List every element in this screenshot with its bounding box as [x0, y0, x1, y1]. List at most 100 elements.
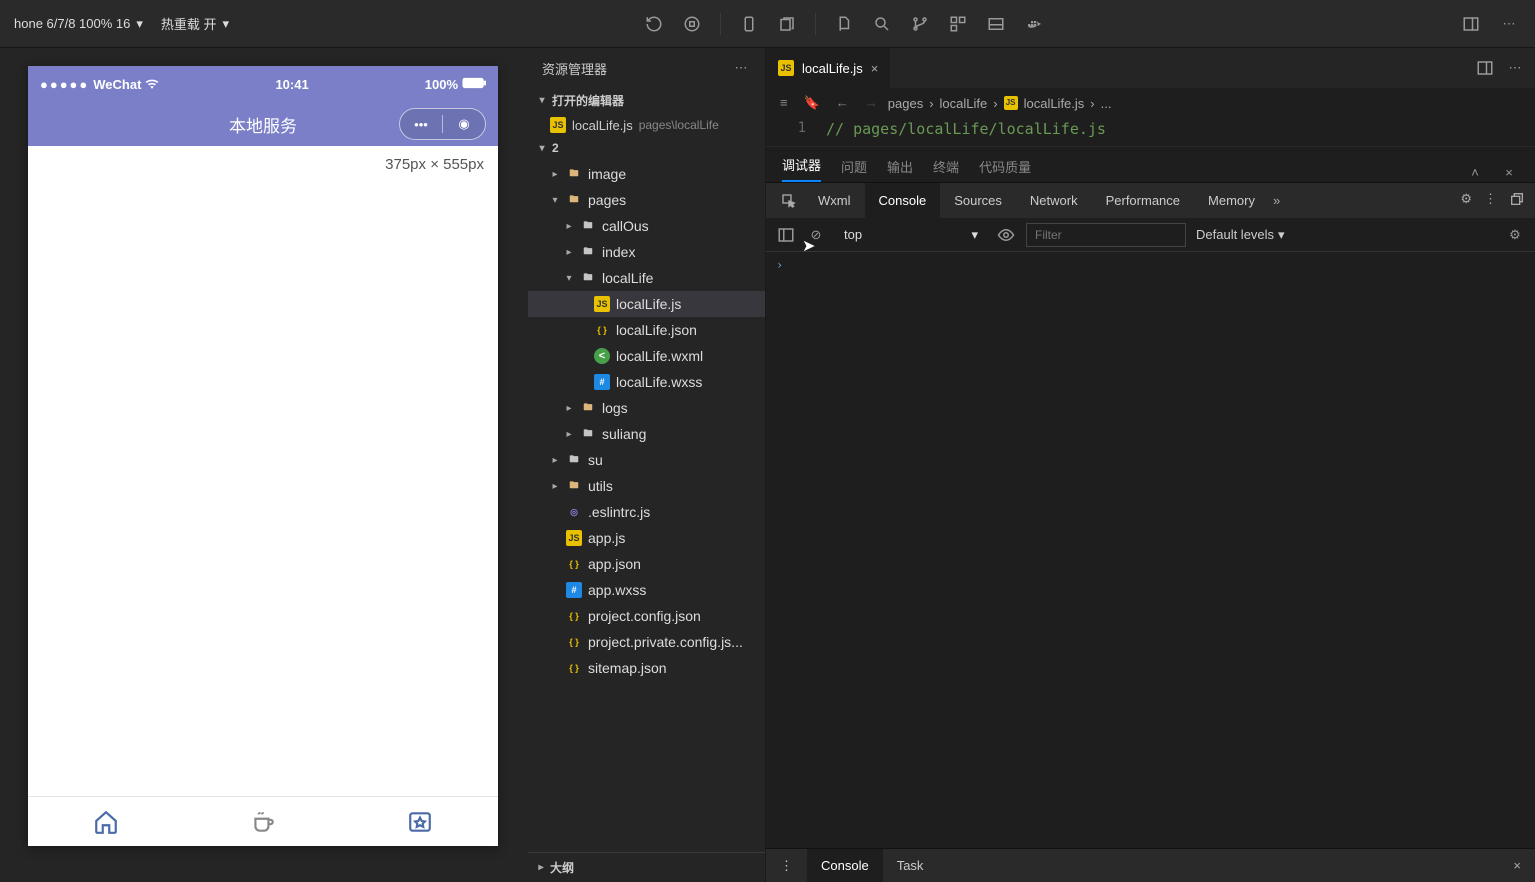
files-icon[interactable]: [834, 14, 854, 34]
devtools-tab-performance[interactable]: Performance: [1092, 183, 1194, 218]
devtools-tab-sources[interactable]: Sources: [940, 183, 1016, 218]
close-icon[interactable]: ×: [1513, 858, 1535, 873]
tree-file-locallife-wxml[interactable]: <localLife.wxml: [528, 343, 765, 369]
element-picker-icon[interactable]: [774, 193, 804, 209]
drawer-tab-task[interactable]: Task: [883, 849, 938, 882]
more-icon[interactable]: ⋯: [1505, 58, 1525, 78]
phone-tabbar: [28, 796, 498, 846]
drawer-kebab-icon[interactable]: ⋮: [766, 849, 807, 882]
bookmark-icon[interactable]: 🔖: [804, 95, 820, 111]
layout-icon[interactable]: [1475, 58, 1495, 78]
kebab-icon[interactable]: ⋮: [1484, 191, 1497, 210]
tree-folder-utils[interactable]: ▸🖿utils: [528, 473, 765, 499]
crumb[interactable]: pages: [888, 96, 923, 111]
hot-reload-label: 热重载 开: [161, 14, 217, 33]
drawer-tab-console[interactable]: Console: [807, 849, 883, 882]
tree-folder-index[interactable]: ▸🖿index: [528, 239, 765, 265]
tree-folder-locallife[interactable]: ▾🖿localLife: [528, 265, 765, 291]
outline-header[interactable]: ▸ 大纲: [528, 852, 765, 882]
hot-reload-toggle[interactable]: 热重载 开 ▾: [155, 10, 235, 37]
tree-folder-suliang[interactable]: ▸🖿suliang: [528, 421, 765, 447]
more-icon[interactable]: ⋯: [731, 58, 751, 78]
context-selector[interactable]: top ▾: [836, 223, 986, 247]
gear-icon[interactable]: ⚙: [1460, 191, 1472, 210]
nav-title: 本地服务: [28, 112, 498, 137]
close-icon[interactable]: ×: [871, 61, 879, 76]
layout-icon[interactable]: [1461, 14, 1481, 34]
lower-tab-problems[interactable]: 问题: [841, 151, 867, 182]
chevron-down-icon: ▾: [1278, 227, 1285, 243]
tree-file-app-json[interactable]: { }app.json: [528, 551, 765, 577]
filter-input[interactable]: [1026, 223, 1186, 247]
tree-file-eslintrc[interactable]: ◎.eslintrc.js: [528, 499, 765, 525]
more-tabs-icon[interactable]: »: [1273, 193, 1280, 208]
popout-icon[interactable]: [1509, 191, 1525, 210]
clear-console-icon[interactable]: ⊘: [806, 225, 826, 245]
devtools-tab-memory[interactable]: Memory: [1194, 183, 1269, 218]
extensions-icon[interactable]: [948, 14, 968, 34]
more-icon[interactable]: ⋯: [1499, 14, 1519, 34]
open-editors-header[interactable]: ▾ 打开的编辑器: [528, 88, 765, 113]
phone-page-body[interactable]: [28, 173, 498, 796]
stop-icon[interactable]: [682, 14, 702, 34]
git-branch-icon[interactable]: [910, 14, 930, 34]
list-icon[interactable]: ≡: [780, 95, 788, 111]
lower-tab-debugger[interactable]: 调试器: [782, 149, 821, 182]
tree-file-app-wxss[interactable]: #app.wxss: [528, 577, 765, 603]
devtools-tabs: Wxml Console Sources Network Performance…: [766, 182, 1535, 218]
json-file-icon: { }: [566, 634, 582, 650]
console-toolbar: ⊘ top ▾ Default levels ▾ ⚙: [766, 218, 1535, 252]
log-levels-selector[interactable]: Default levels ▾: [1196, 227, 1285, 243]
tree-folder-callous[interactable]: ▸🖿callOus: [528, 213, 765, 239]
wifi-icon: [145, 77, 159, 92]
open-editor-item[interactable]: JS localLife.js pages\localLife: [528, 113, 765, 137]
close-icon[interactable]: ×: [1499, 162, 1519, 182]
folder-icon: 🖿: [580, 400, 596, 416]
docker-icon[interactable]: [1024, 14, 1044, 34]
tree-file-app-js[interactable]: JSapp.js: [528, 525, 765, 551]
tree-folder-pages[interactable]: ▾🖿pages: [528, 187, 765, 213]
tree-file-project-private[interactable]: { }project.private.config.js...: [528, 629, 765, 655]
tree-file-locallife-json[interactable]: { }localLife.json: [528, 317, 765, 343]
eye-icon[interactable]: [996, 225, 1016, 245]
sidebar-toggle-icon[interactable]: [776, 225, 796, 245]
multi-window-icon[interactable]: [777, 14, 797, 34]
back-icon[interactable]: ←: [836, 95, 849, 111]
devtools-tab-network[interactable]: Network: [1016, 183, 1092, 218]
crumb[interactable]: localLife: [940, 96, 988, 111]
crumb[interactable]: ...: [1101, 96, 1112, 111]
battery-icon: [462, 77, 486, 92]
console-body[interactable]: ›: [766, 252, 1535, 848]
tree-file-project-config[interactable]: { }project.config.json: [528, 603, 765, 629]
code-line: // pages/localLife/localLife.js: [826, 120, 1106, 146]
tree-folder-su[interactable]: ▸🖿su: [528, 447, 765, 473]
tree-file-locallife-wxss[interactable]: #localLife.wxss: [528, 369, 765, 395]
forward-icon[interactable]: →: [865, 95, 878, 111]
crumb[interactable]: localLife.js: [1024, 96, 1085, 111]
lower-tab-output[interactable]: 输出: [887, 151, 913, 182]
phone-status-bar: ●●●●● WeChat 10:41 100%: [28, 66, 498, 102]
device-selector[interactable]: hone 6/7/8 100% 16 ▾: [8, 12, 149, 36]
devtools-tab-console[interactable]: Console: [865, 183, 941, 218]
search-icon[interactable]: [872, 14, 892, 34]
editor-tab-locallife[interactable]: JS localLife.js ×: [766, 48, 891, 88]
lower-tab-terminal[interactable]: 终端: [933, 151, 959, 182]
devtools-tab-wxml[interactable]: Wxml: [804, 183, 865, 218]
tab-star[interactable]: [341, 797, 498, 846]
gear-icon[interactable]: ⚙: [1505, 225, 1525, 245]
tree-file-sitemap[interactable]: { }sitemap.json: [528, 655, 765, 681]
phone-icon[interactable]: [739, 14, 759, 34]
tree-folder-logs[interactable]: ▸🖿logs: [528, 395, 765, 421]
project-header[interactable]: ▾ 2: [528, 137, 765, 159]
lower-tab-quality[interactable]: 代码质量: [979, 151, 1031, 182]
refresh-icon[interactable]: [644, 14, 664, 34]
chevron-up-icon[interactable]: ˄: [1465, 162, 1485, 182]
tab-home[interactable]: [28, 797, 185, 846]
panel-icon[interactable]: [986, 14, 1006, 34]
editor-body[interactable]: 1 // pages/localLife/localLife.js: [766, 118, 1535, 146]
editor-tab-label: localLife.js: [802, 61, 863, 76]
tree-file-locallife-js[interactable]: JSlocalLife.js: [528, 291, 765, 317]
tab-cup[interactable]: [185, 797, 342, 846]
tree-folder-image[interactable]: ▸🖿image: [528, 161, 765, 187]
signal-dots-icon: ●●●●●: [40, 77, 89, 92]
